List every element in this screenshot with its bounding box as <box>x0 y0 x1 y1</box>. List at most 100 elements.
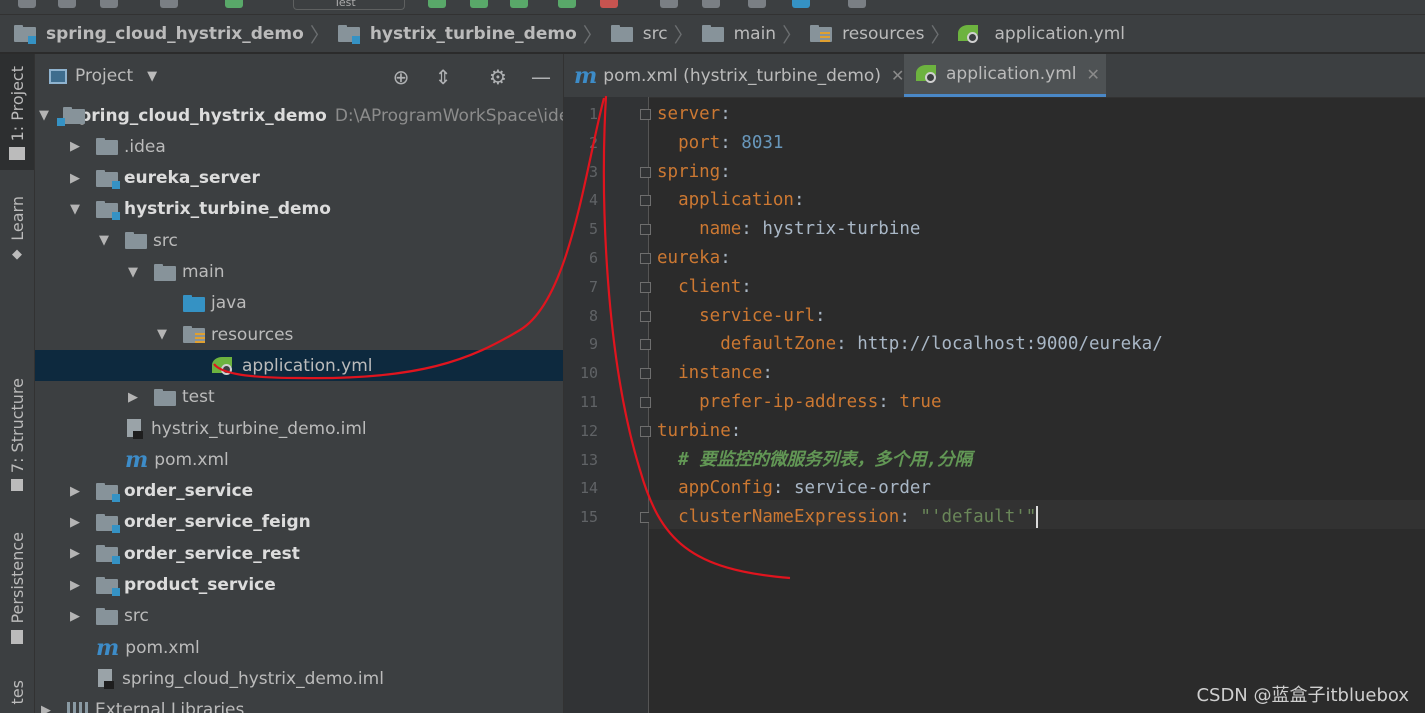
chevron-down-icon[interactable]: ▼ <box>155 327 169 342</box>
project-view-icon <box>49 68 67 84</box>
history-icon[interactable] <box>748 0 766 8</box>
breadcrumb-item[interactable]: spring_cloud_hystrix_demo <box>14 24 304 44</box>
code-line[interactable]: spring: <box>657 158 731 187</box>
code-token: spring <box>657 161 721 182</box>
tree-item[interactable]: ▶application.yml <box>35 350 563 382</box>
code-token: : <box>815 305 826 326</box>
chevron-right-icon[interactable]: ▶ <box>68 171 82 186</box>
minimize-icon[interactable]: — <box>530 66 552 88</box>
tree-item[interactable]: ▶mpom.xml <box>35 444 563 475</box>
chevron-right-icon[interactable]: ▶ <box>68 515 82 530</box>
folder-icon <box>96 138 118 156</box>
tree-item[interactable]: ▶ test <box>35 382 563 413</box>
close-icon[interactable]: ✕ <box>891 66 904 85</box>
tree-item[interactable]: ▼ resources <box>35 319 563 350</box>
breadcrumb-item[interactable]: main <box>701 24 776 44</box>
project-structure-icon[interactable] <box>792 0 810 8</box>
tree-item[interactable]: ▶spring_cloud_hystrix_demo.iml <box>35 663 563 694</box>
back-icon[interactable] <box>160 0 178 8</box>
close-icon[interactable]: ✕ <box>1087 65 1100 84</box>
chevron-right-icon[interactable]: ▶ <box>68 484 82 499</box>
tree-item[interactable]: ▼ spring_cloud_hystrix_demo D:\AProgramWor… <box>35 100 563 131</box>
chevron-right-icon[interactable]: ▶ <box>68 546 82 561</box>
breadcrumb-item[interactable]: resources <box>810 24 924 44</box>
tree-item-label: main <box>182 262 225 282</box>
code-token: eureka <box>657 248 721 268</box>
build-icon[interactable] <box>225 0 243 8</box>
tree-item[interactable]: ▼ hystrix_turbine_demo <box>35 194 563 225</box>
tree-item[interactable]: ▶ External Libraries <box>35 695 563 713</box>
chevron-down-icon[interactable]: ▼ <box>97 233 111 248</box>
tab-application-yml[interactable]: application.yml ✕ <box>904 54 1106 97</box>
tree-item-label: src <box>153 230 178 251</box>
code-editor[interactable]: server: port: 8031 spring: application: n… <box>649 97 1425 713</box>
run-config-selector[interactable]: Test <box>293 0 405 10</box>
breadcrumb-separator: 〉 <box>930 23 951 47</box>
code-line[interactable]: client: <box>657 273 752 302</box>
chevron-right-icon[interactable]: ▶ <box>68 609 82 624</box>
learn-tool-tab[interactable]: Learn ◆ <box>0 196 34 276</box>
update-icon[interactable] <box>660 0 678 8</box>
tree-item-label: pom.xml <box>125 637 200 658</box>
tree-item[interactable]: ▶ order_service_rest <box>35 538 563 569</box>
run-icon[interactable] <box>428 0 446 8</box>
terminal-icon[interactable] <box>848 0 866 8</box>
persistence-tool-tab[interactable]: Persistence <box>0 532 34 660</box>
tree-item[interactable]: ▶hystrix_turbine_demo.iml <box>35 413 563 444</box>
structure-icon[interactable] <box>18 0 36 8</box>
code-line[interactable]: eureka: <box>657 244 731 273</box>
spring-config-icon <box>958 23 982 45</box>
code-line[interactable]: instance: <box>657 359 773 388</box>
breadcrumb-item[interactable]: application.yml <box>958 23 1125 45</box>
sync-icon[interactable] <box>100 0 118 8</box>
chevron-right-icon[interactable]: ▶ <box>126 390 140 405</box>
debug-icon[interactable] <box>470 0 488 8</box>
tab-pom-xml[interactable]: m pom.xml (hystrix_turbine_demo) ✕ <box>574 54 904 97</box>
code-line[interactable]: clusterNameExpression: "'default'" <box>657 503 1039 532</box>
favorites-tool-tab[interactable]: tes <box>0 680 34 713</box>
code-line[interactable]: server: <box>657 100 731 129</box>
chevron-down-icon[interactable]: ▼ <box>126 265 140 280</box>
coverage-icon[interactable] <box>510 0 528 8</box>
chevron-down-icon[interactable]: ▼ <box>68 202 82 217</box>
code-line[interactable]: defaultZone: http://localhost:9000/eurek… <box>657 330 1163 359</box>
tree-item-label: .idea <box>124 136 166 157</box>
project-tool-tab[interactable]: 1: Project <box>0 54 34 170</box>
gear-icon[interactable]: ⚙ <box>487 66 509 88</box>
chevron-right-icon[interactable]: ▶ <box>68 578 82 593</box>
breadcrumb-item[interactable]: src <box>610 24 668 44</box>
tree-item[interactable]: ▶ src <box>35 601 563 632</box>
tree-item[interactable]: ▶ eureka_server <box>35 163 563 194</box>
chevron-right-icon[interactable]: ▶ <box>68 139 82 154</box>
save-icon[interactable] <box>58 0 76 8</box>
project-view-selector[interactable]: Project <box>75 66 133 86</box>
code-line[interactable]: appConfig: service-order <box>657 474 931 503</box>
profile-icon[interactable] <box>558 0 576 8</box>
collapse-all-icon[interactable]: ⇕ <box>432 66 454 88</box>
code-line[interactable]: # 要监控的微服务列表，多个用,分隔 <box>657 446 972 475</box>
tree-item[interactable]: ▶mpom.xml <box>35 632 563 663</box>
structure-tool-tab[interactable]: 7: Structure <box>0 378 34 504</box>
code-line[interactable]: application: <box>657 186 804 215</box>
code-line[interactable]: turbine: <box>657 417 741 446</box>
tree-item[interactable]: ▼ src <box>35 225 563 256</box>
tree-item[interactable]: ▼ main <box>35 257 563 288</box>
code-line[interactable]: name: hystrix-turbine <box>657 215 920 244</box>
tree-item[interactable]: ▶ order_service_feign <box>35 507 563 538</box>
breadcrumb-item[interactable]: hystrix_turbine_demo <box>337 24 577 44</box>
tree-item[interactable]: ▶java <box>35 288 563 319</box>
breadcrumb-separator: 〉 <box>782 23 803 47</box>
chevron-right-icon[interactable]: ▶ <box>39 703 53 713</box>
chevron-down-icon[interactable]: ▼ <box>39 108 49 123</box>
push-icon[interactable] <box>702 0 720 8</box>
tree-item[interactable]: ▶ product_service <box>35 570 563 601</box>
locate-icon[interactable]: ⊕ <box>390 66 412 88</box>
tree-item[interactable]: ▶ .idea <box>35 131 563 162</box>
chevron-down-icon[interactable]: ▼ <box>147 69 157 84</box>
code-token: 8031 <box>741 132 784 153</box>
code-line[interactable]: service-url: <box>657 302 826 331</box>
code-line[interactable]: prefer-ip-address: true <box>657 388 941 417</box>
code-line[interactable]: port: 8031 <box>657 129 783 158</box>
tree-item[interactable]: ▶ order_service <box>35 476 563 507</box>
stop-icon[interactable] <box>600 0 618 8</box>
